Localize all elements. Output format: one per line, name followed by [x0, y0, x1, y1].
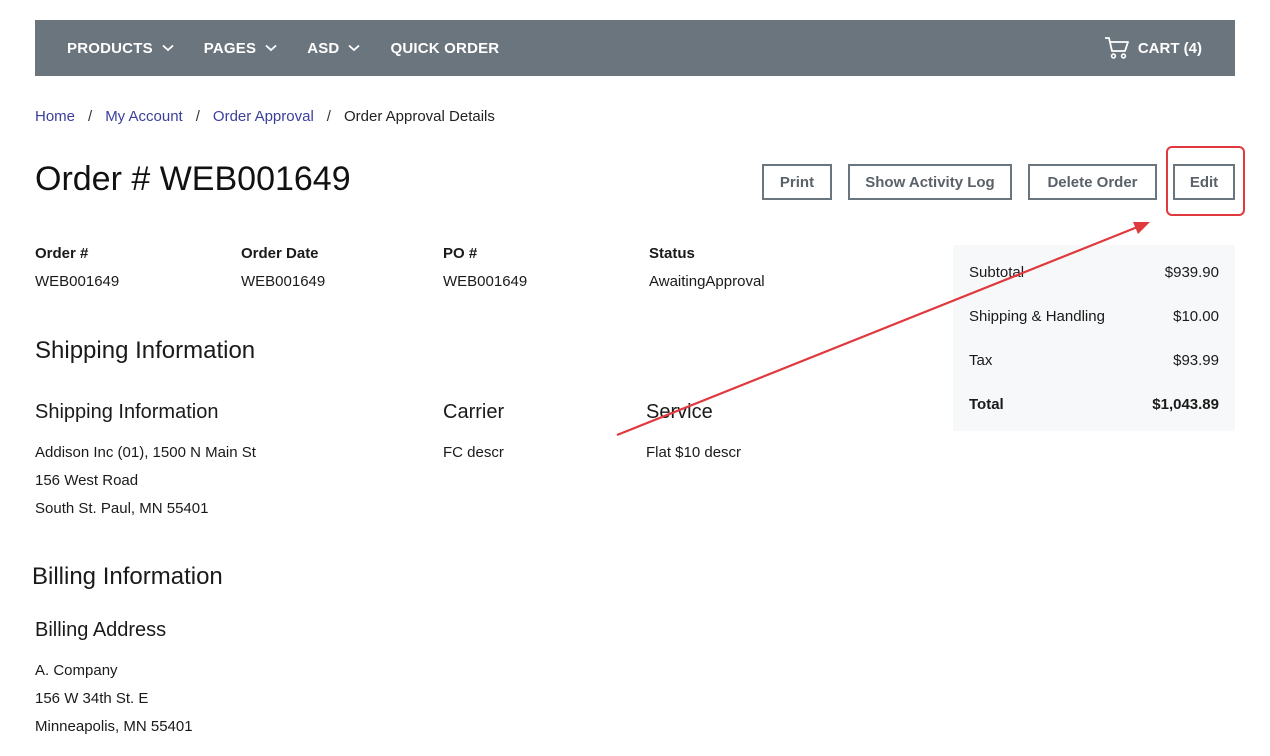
- billing-address-line: A. Company: [35, 662, 118, 679]
- nav-item-pages[interactable]: PAGES: [204, 40, 277, 57]
- order-number-label: Order #: [35, 245, 89, 262]
- breadcrumb: Home / My Account / Order Approval / Ord…: [35, 108, 495, 125]
- summary-row-shipping: Shipping & Handling $10.00: [969, 308, 1219, 325]
- billing-address-line: Minneapolis, MN 55401: [35, 718, 193, 735]
- order-date-value: WEB001649: [241, 273, 326, 290]
- breadcrumb-separator: /: [195, 108, 200, 125]
- shipping-address-line: South St. Paul, MN 55401: [35, 500, 209, 517]
- summary-label: Tax: [969, 352, 993, 369]
- delete-order-button[interactable]: Delete Order: [1028, 164, 1157, 200]
- cart-button[interactable]: CART (4): [1104, 20, 1202, 76]
- nav-item-quick-order[interactable]: QUICK ORDER: [390, 40, 499, 57]
- breadcrumb-separator: /: [326, 108, 331, 125]
- show-activity-log-button[interactable]: Show Activity Log: [848, 164, 1012, 200]
- chevron-down-icon: [162, 44, 174, 52]
- billing-address-title: Billing Address: [35, 619, 167, 641]
- page-title: Order # WEB001649: [35, 160, 351, 198]
- chevron-down-icon: [265, 44, 277, 52]
- status-value: AwaitingApproval: [649, 273, 765, 290]
- order-summary: Subtotal $939.90 Shipping & Handling $10…: [953, 245, 1235, 431]
- nav-item-label: PAGES: [203, 39, 257, 57]
- summary-row-subtotal: Subtotal $939.90: [969, 264, 1219, 281]
- billing-section-title: Billing Information: [32, 563, 223, 590]
- summary-label: Shipping & Handling: [969, 308, 1105, 325]
- breadcrumb-my-account[interactable]: My Account: [105, 108, 183, 125]
- order-number-value: WEB001649: [35, 273, 120, 290]
- summary-value: $93.99: [1173, 352, 1219, 369]
- breadcrumb-home[interactable]: Home: [35, 108, 75, 125]
- cart-label: CART (4): [1137, 39, 1202, 57]
- summary-label: Subtotal: [969, 264, 1025, 281]
- summary-value: $939.90: [1164, 264, 1219, 281]
- breadcrumb-order-approval[interactable]: Order Approval: [213, 108, 314, 125]
- summary-value: $10.00: [1173, 308, 1219, 325]
- shipping-address-line: 156 West Road: [35, 472, 139, 489]
- billing-address-line: 156 W 34th St. E: [35, 690, 149, 707]
- nav-item-products[interactable]: PRODUCTS: [67, 40, 174, 57]
- service-title: Service: [646, 401, 713, 423]
- status-label: Status: [649, 245, 695, 262]
- order-date-label: Order Date: [241, 245, 319, 262]
- carrier-value: FC descr: [443, 444, 504, 461]
- nav-item-label: PRODUCTS: [67, 39, 153, 57]
- edit-highlight-annotation: [1166, 146, 1245, 216]
- nav-item-label: ASD: [307, 39, 340, 57]
- main-nav: PRODUCTS PAGES ASD QUICK ORDER CART (4): [35, 20, 1235, 76]
- summary-row-tax: Tax $93.99: [969, 352, 1219, 369]
- shipping-section-title: Shipping Information: [35, 337, 256, 364]
- breadcrumb-current: Order Approval Details: [343, 108, 495, 125]
- nav-item-asd[interactable]: ASD: [307, 39, 361, 57]
- breadcrumb-separator: /: [88, 108, 93, 125]
- service-value: Flat $10 descr: [646, 444, 742, 461]
- chevron-down-icon: [348, 44, 361, 52]
- summary-value: $1,043.89: [1152, 396, 1219, 413]
- shipping-address-title: Shipping Information: [35, 401, 219, 423]
- summary-label: Total: [969, 396, 1004, 413]
- shipping-address-line: Addison Inc (01), 1500 N Main St: [35, 444, 256, 461]
- print-button[interactable]: Print: [762, 164, 832, 200]
- summary-row-total: Total $1,043.89: [969, 396, 1219, 413]
- nav-item-label: QUICK ORDER: [390, 39, 500, 57]
- carrier-title: Carrier: [443, 401, 505, 423]
- po-number-label: PO #: [443, 245, 478, 262]
- cart-icon: [1104, 36, 1130, 60]
- po-number-value: WEB001649: [443, 273, 528, 290]
